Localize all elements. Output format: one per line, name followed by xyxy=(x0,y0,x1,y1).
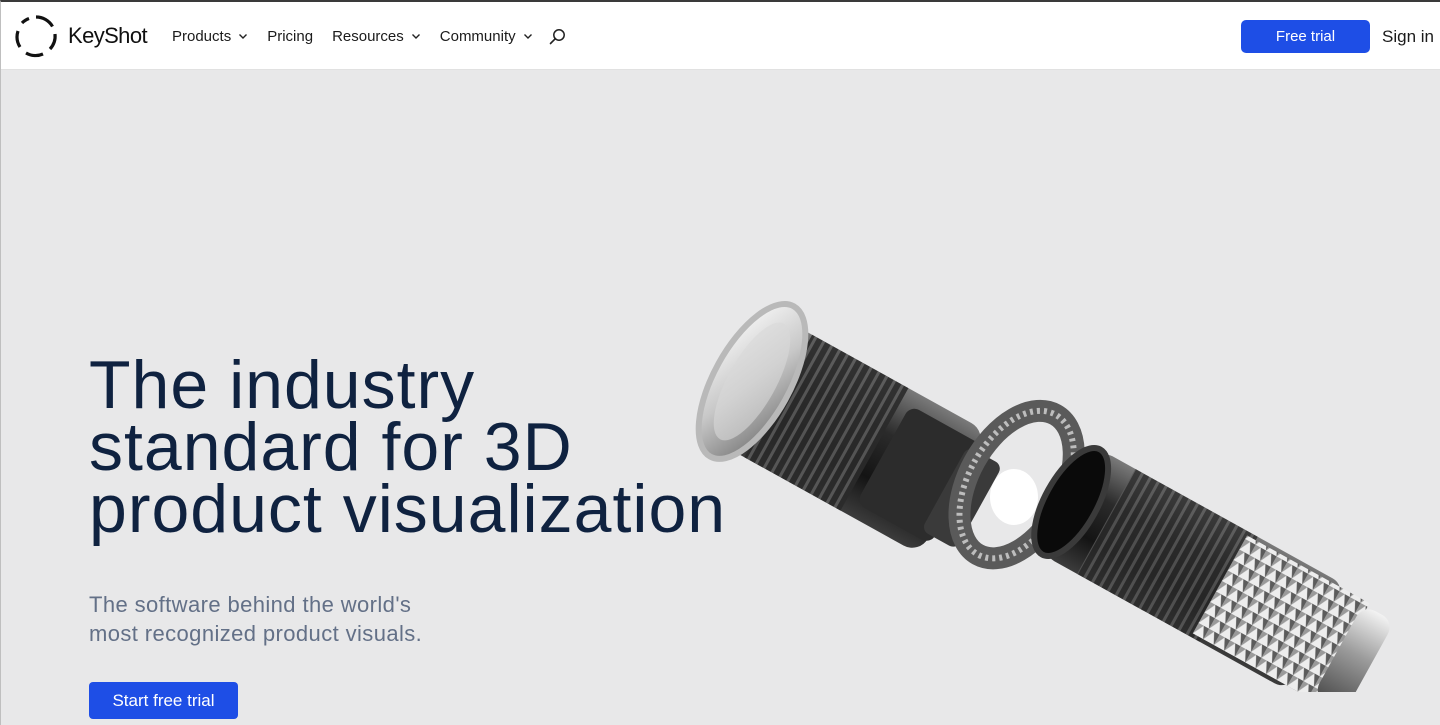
keyshot-logo-icon xyxy=(15,15,57,58)
nav-item-label: Products xyxy=(172,27,232,45)
browser-viewport: KeyShot Products Pricing Resources Commu… xyxy=(0,0,1440,725)
nav-item-label: Community xyxy=(439,27,516,45)
hero-subtitle-line: most recognized product visuals. xyxy=(89,621,423,646)
nav-item-community[interactable]: Community xyxy=(440,28,533,45)
free-trial-button[interactable]: Free trial xyxy=(1241,20,1370,53)
chevron-down-icon xyxy=(411,33,420,39)
main-menu: Products Pricing Resources Community xyxy=(172,2,568,70)
keyshot-logo[interactable]: KeyShot xyxy=(14,14,148,58)
search-icon xyxy=(549,28,566,44)
nav-item-resources[interactable]: Resources xyxy=(332,28,421,45)
nav-item-pricing[interactable]: Pricing xyxy=(267,28,313,45)
sign-in-link[interactable]: Sign in xyxy=(1382,27,1434,47)
chevron-down-icon xyxy=(239,33,248,39)
start-free-trial-button[interactable]: Start free trial xyxy=(89,682,238,719)
hero-subtitle-line: The software behind the world's xyxy=(89,592,412,617)
nav-item-label: Resources xyxy=(332,27,404,45)
nav-item-products[interactable]: Products xyxy=(172,28,248,45)
hero-subtitle: The software behind the world's most rec… xyxy=(89,590,509,648)
nav-item-label: Pricing xyxy=(267,27,314,45)
search-button[interactable] xyxy=(548,26,568,46)
exploded-flashlight-render xyxy=(695,301,1390,692)
chevron-down-icon xyxy=(523,33,532,39)
top-navigation: KeyShot Products Pricing Resources Commu… xyxy=(1,2,1440,70)
logo-wordmark: KeyShot xyxy=(68,23,148,48)
